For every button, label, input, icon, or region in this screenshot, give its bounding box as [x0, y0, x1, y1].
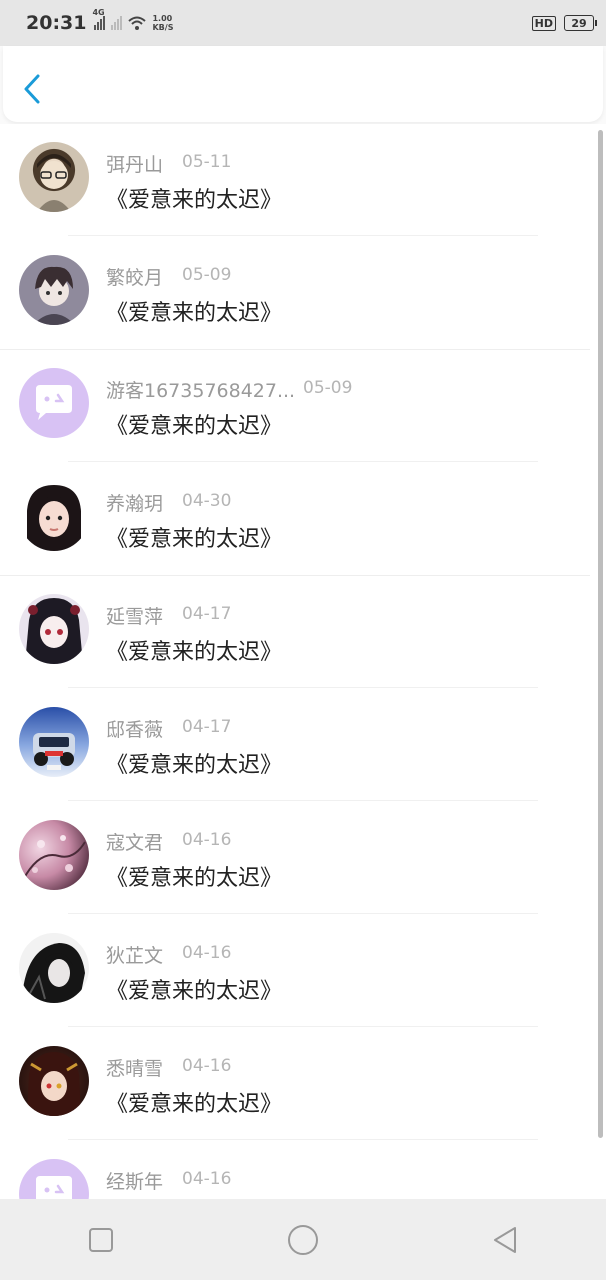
comment-date: 04-17	[182, 717, 232, 737]
comment-book-title[interactable]: 《爱意来的太迟》	[106, 860, 282, 892]
list-item[interactable]: 寇文君 04-16 《爱意来的太迟》	[0, 802, 590, 915]
avatar[interactable]	[19, 594, 89, 664]
default-chat-avatar-icon	[36, 385, 72, 420]
status-bar: 20:31 4G 1.00 KB/S HD 29	[0, 0, 606, 46]
user-name[interactable]: 弭丹山	[106, 150, 163, 177]
user-name[interactable]: 繁皎月	[106, 263, 163, 290]
square-icon	[89, 1227, 113, 1252]
back-button[interactable]	[485, 1220, 525, 1260]
comment-date: 04-16	[182, 1056, 232, 1076]
divider	[68, 800, 538, 801]
comment-book-title[interactable]: 《爱意来的太迟》	[106, 973, 282, 1005]
chevron-left-icon[interactable]	[19, 72, 45, 106]
divider	[68, 913, 538, 914]
list-item[interactable]: 悉晴雪 04-16 《爱意来的太迟》	[0, 1028, 590, 1141]
list-item[interactable]: 养瀚玥 04-30 《爱意来的太迟》	[0, 463, 590, 576]
divider	[68, 1026, 538, 1027]
user-name[interactable]: 养瀚玥	[106, 489, 163, 516]
triangle-back-icon	[494, 1226, 516, 1253]
list-item[interactable]: 繁皎月 05-09 《爱意来的太迟》	[0, 237, 590, 350]
battery-level: 29	[571, 16, 587, 30]
status-icons: 4G 1.00 KB/S	[92, 8, 173, 32]
comment-book-title[interactable]: 《爱意来的太迟》	[106, 634, 282, 666]
wifi-icon	[128, 16, 147, 30]
system-nav-bar	[0, 1199, 606, 1280]
list-item[interactable]: 延雪萍 04-17 《爱意来的太迟》	[0, 576, 590, 689]
comment-book-title[interactable]: 《爱意来的太迟》	[106, 408, 282, 440]
user-name[interactable]: 邸香薇	[106, 715, 163, 742]
user-name[interactable]: 延雪萍	[106, 602, 163, 629]
divider	[68, 687, 538, 688]
list-item[interactable]: 邸香薇 04-17 《爱意来的太迟》	[0, 689, 590, 802]
list-item[interactable]: 弭丹山 05-11 《爱意来的太迟》	[0, 124, 590, 237]
divider	[68, 235, 538, 236]
battery-icon: 29	[564, 15, 597, 31]
recents-button[interactable]	[81, 1220, 121, 1260]
hd-icon: HD	[531, 15, 556, 31]
avatar[interactable]	[19, 820, 89, 890]
comment-list[interactable]: 弭丹山 05-11 《爱意来的太迟》 繁皎月 05-09 《爱意来的太迟》 游客…	[0, 124, 606, 1199]
user-name[interactable]: 寇文君	[106, 828, 163, 855]
avatar[interactable]	[19, 481, 89, 551]
comment-book-title[interactable]: 《爱意来的太迟》	[106, 521, 282, 553]
avatar[interactable]	[19, 255, 89, 325]
circle-icon	[288, 1224, 318, 1255]
comment-date: 04-16	[182, 943, 232, 963]
avatar[interactable]	[19, 1159, 89, 1199]
avatar[interactable]	[19, 707, 89, 777]
comment-book-title[interactable]: 《爱意来的太迟》	[106, 182, 282, 214]
avatar[interactable]	[19, 142, 89, 212]
comment-date: 04-17	[182, 604, 232, 624]
divider	[68, 1139, 538, 1140]
comment-date: 04-30	[182, 491, 232, 511]
default-chat-avatar-icon	[36, 1176, 72, 1199]
list-item[interactable]: 狄芷文 04-16 《爱意来的太迟》	[0, 915, 590, 1028]
avatar[interactable]	[19, 1046, 89, 1116]
signal-icon: 4G	[92, 8, 106, 30]
status-right: HD 29	[531, 15, 597, 31]
status-time: 20:31	[26, 12, 87, 34]
avatar[interactable]	[19, 933, 89, 1003]
network-tag: 4G	[92, 8, 105, 17]
comment-book-title[interactable]: 《爱意来的太迟》	[106, 1086, 282, 1118]
network-speed: 1.00 KB/S	[152, 14, 173, 32]
speed-value: 1.00	[152, 14, 173, 23]
user-name[interactable]: 悉晴雪	[106, 1054, 163, 1081]
user-name[interactable]: 狄芷文	[106, 941, 163, 968]
user-name[interactable]: 经斯年	[106, 1167, 163, 1194]
list-item[interactable]: 游客16735768427... 05-09 《爱意来的太迟》	[0, 350, 590, 463]
home-button[interactable]	[283, 1220, 323, 1260]
scrollbar[interactable]	[598, 130, 603, 1138]
speed-unit: KB/S	[152, 23, 174, 32]
avatar[interactable]	[19, 368, 89, 438]
divider	[68, 461, 538, 462]
list-item[interactable]: 经斯年 04-16	[0, 1141, 590, 1199]
signal-off-icon	[111, 16, 123, 30]
comment-date: 05-09	[303, 378, 353, 398]
comment-book-title[interactable]: 《爱意来的太迟》	[106, 747, 282, 779]
comment-date: 05-11	[182, 152, 232, 172]
comment-date: 04-16	[182, 830, 232, 850]
header	[3, 46, 603, 122]
comment-date: 05-09	[182, 265, 232, 285]
comment-date: 04-16	[182, 1169, 232, 1189]
comment-book-title[interactable]: 《爱意来的太迟》	[106, 295, 282, 327]
user-name[interactable]: 游客16735768427...	[106, 376, 295, 403]
